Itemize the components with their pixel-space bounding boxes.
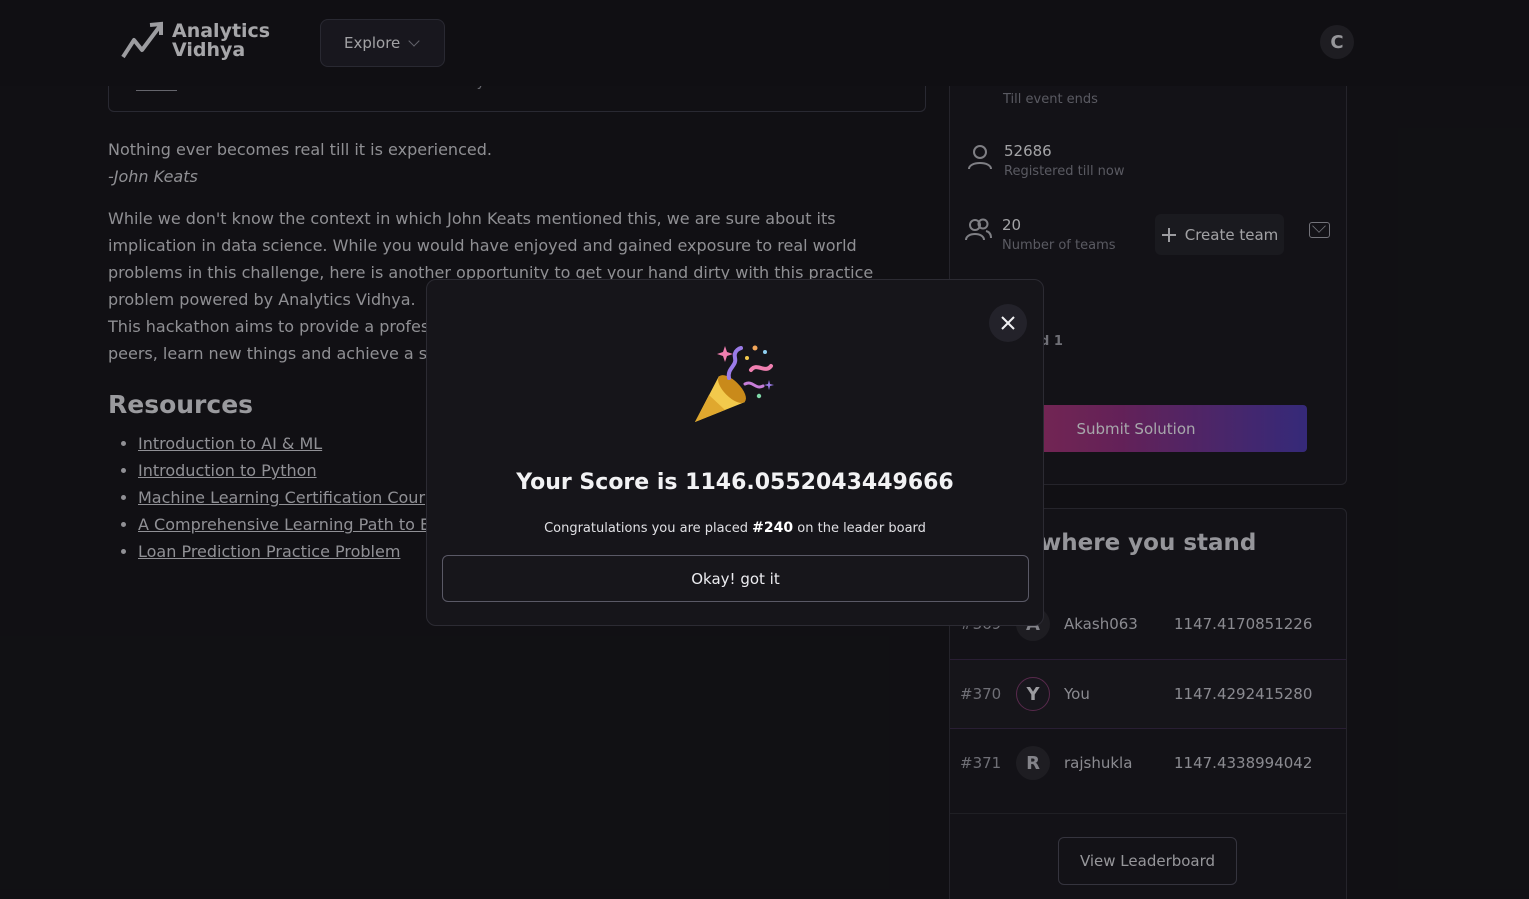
congrats-suffix: on the leader board	[797, 521, 926, 536]
score-dialog: Your Score is 1146.0552043449666 Congrat…	[426, 279, 1044, 626]
close-button[interactable]	[989, 304, 1027, 342]
okay-got-it-button[interactable]: Okay! got it	[442, 555, 1029, 602]
congrats-prefix: Congratulations you are placed	[544, 521, 749, 536]
close-icon	[1001, 316, 1015, 330]
party-popper-icon	[695, 345, 774, 422]
placement-rank: #240	[752, 520, 794, 536]
score-title: Your Score is 1146.0552043449666	[516, 470, 954, 495]
placement-message: Congratulations you are placed #240 on t…	[427, 520, 1043, 536]
